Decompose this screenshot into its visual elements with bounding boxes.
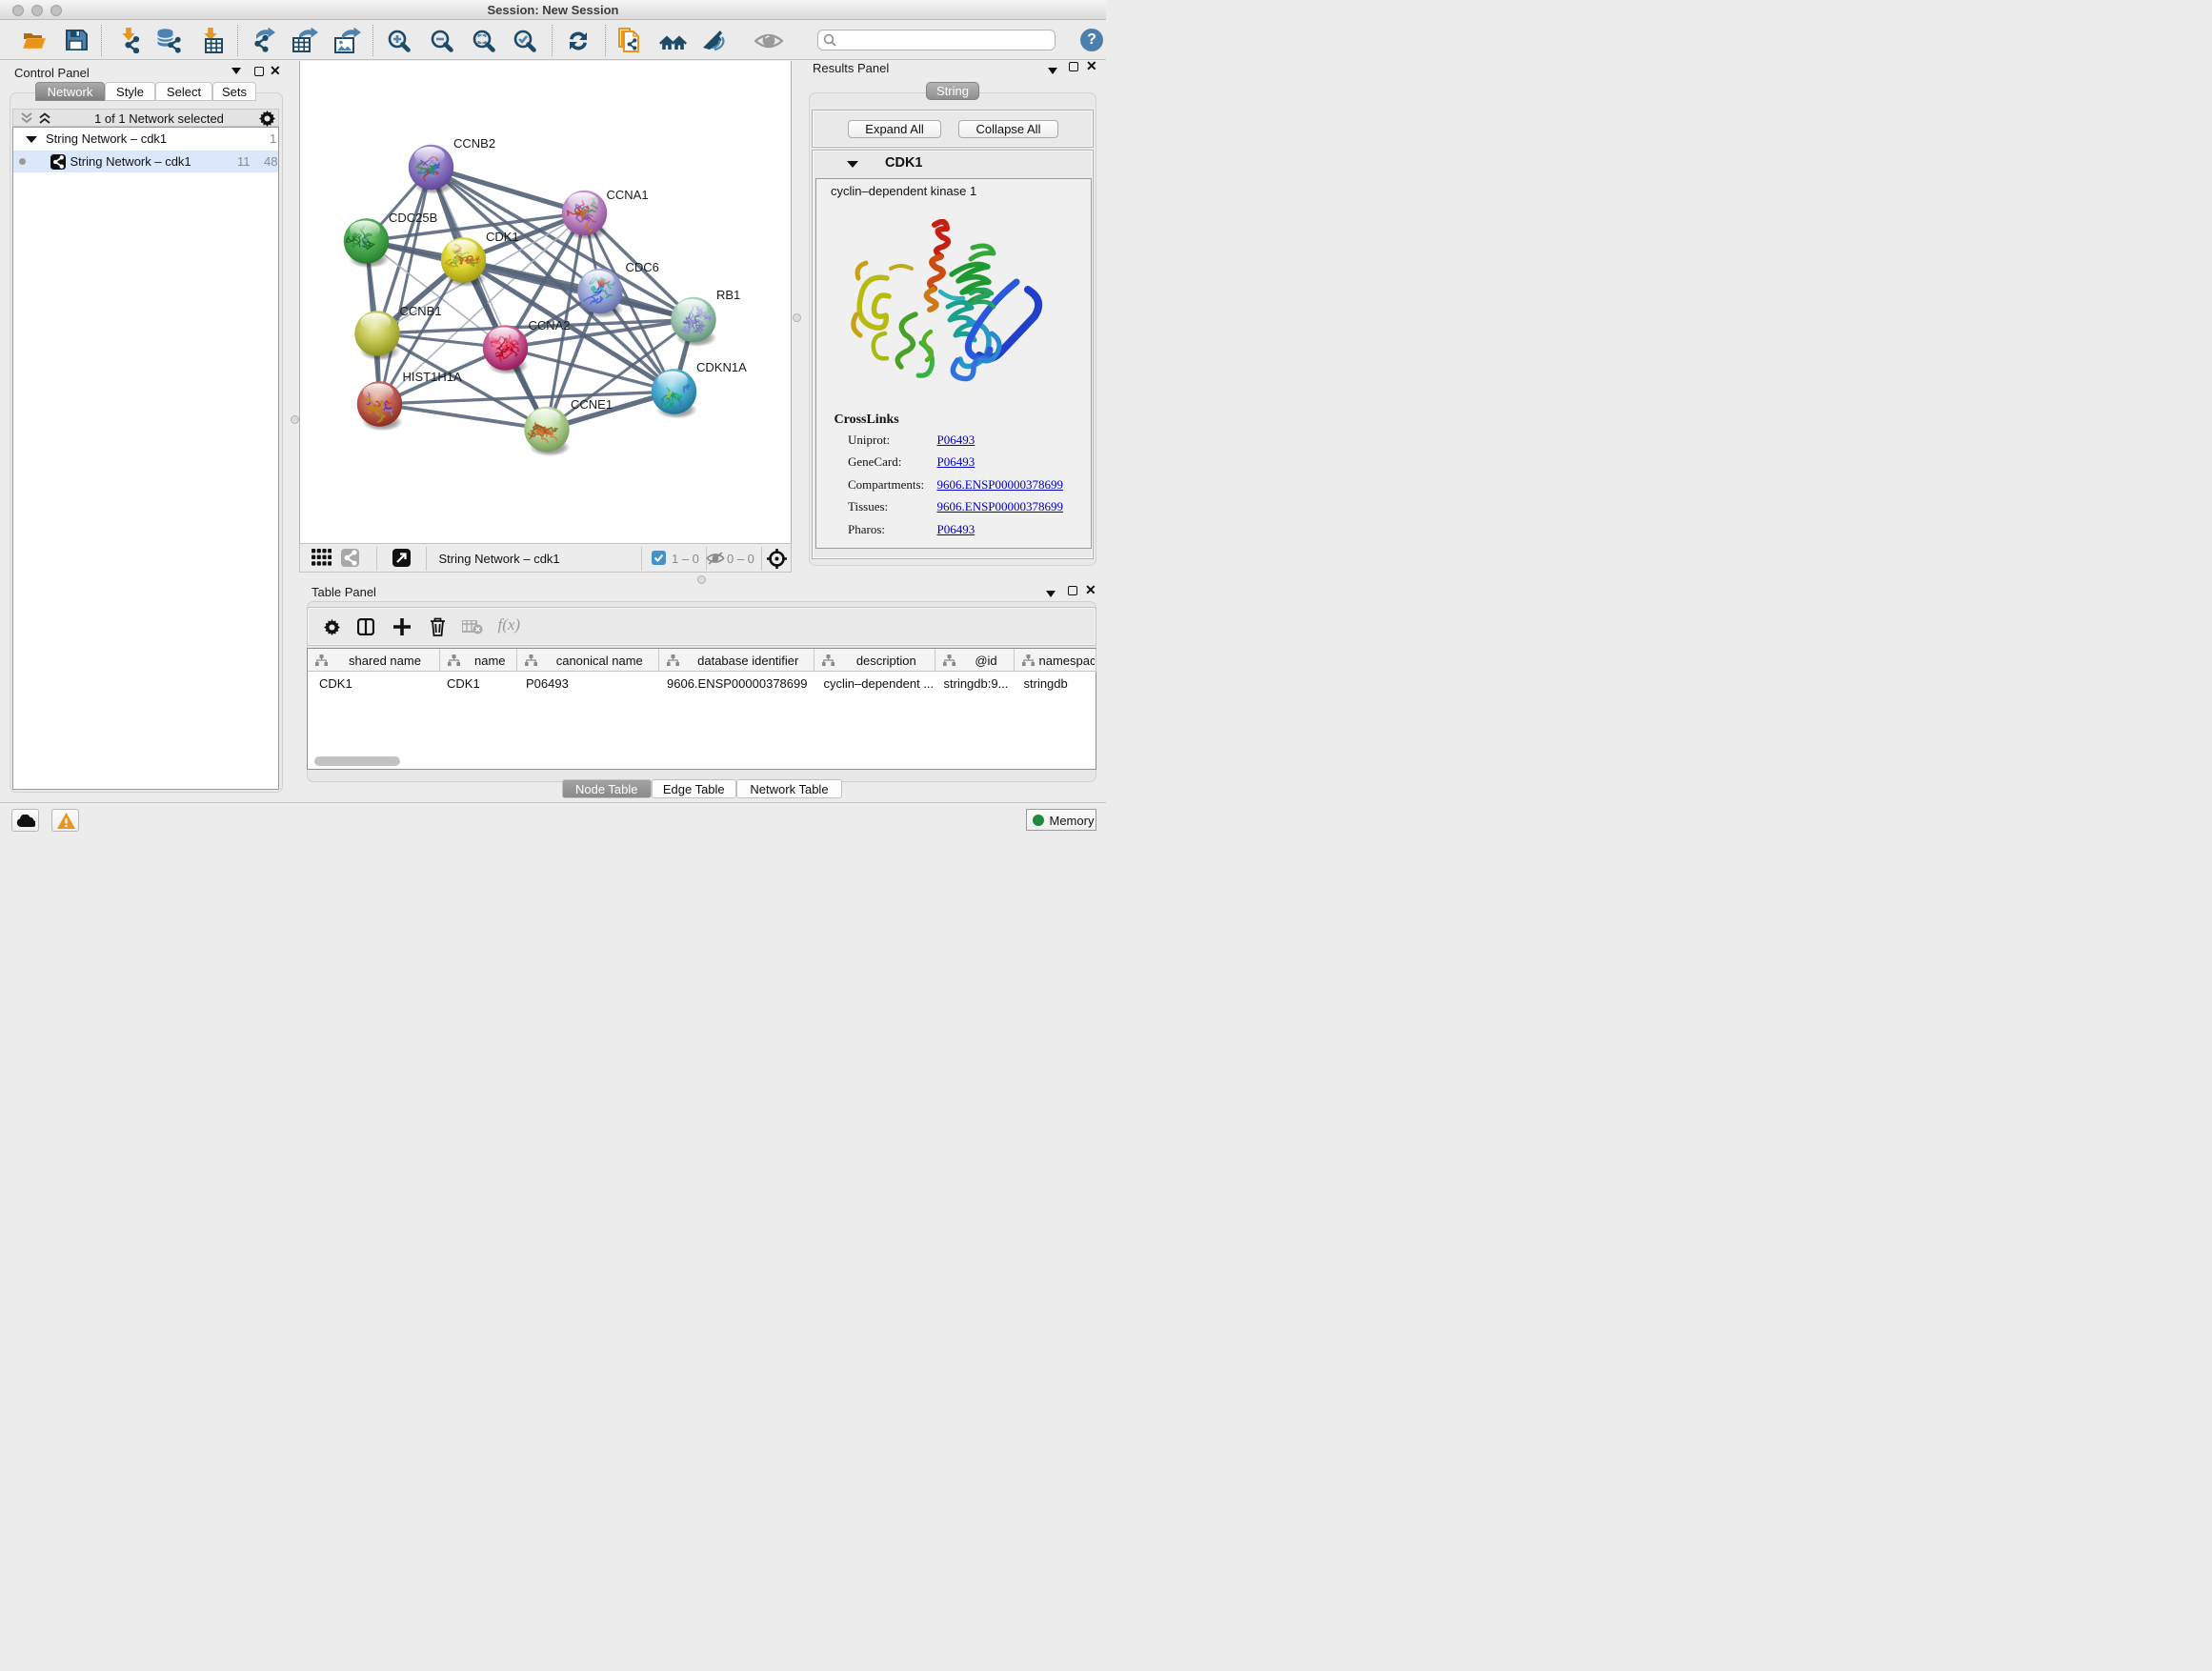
svg-text:CCNB2: CCNB2 bbox=[453, 136, 495, 151]
svg-text:RB1: RB1 bbox=[716, 288, 740, 302]
svg-text:CCNA2: CCNA2 bbox=[529, 318, 571, 332]
svg-text:HIST1H1A: HIST1H1A bbox=[403, 370, 462, 384]
svg-text:CDKN1A: CDKN1A bbox=[696, 360, 747, 374]
svg-text:CCNE1: CCNE1 bbox=[571, 397, 613, 412]
svg-text:CCNB1: CCNB1 bbox=[400, 304, 442, 318]
svg-text:CDK1: CDK1 bbox=[486, 230, 519, 244]
svg-text:CCNA1: CCNA1 bbox=[607, 188, 649, 202]
svg-text:CDC6: CDC6 bbox=[626, 260, 659, 274]
svg-text:CDC25B: CDC25B bbox=[389, 211, 437, 225]
